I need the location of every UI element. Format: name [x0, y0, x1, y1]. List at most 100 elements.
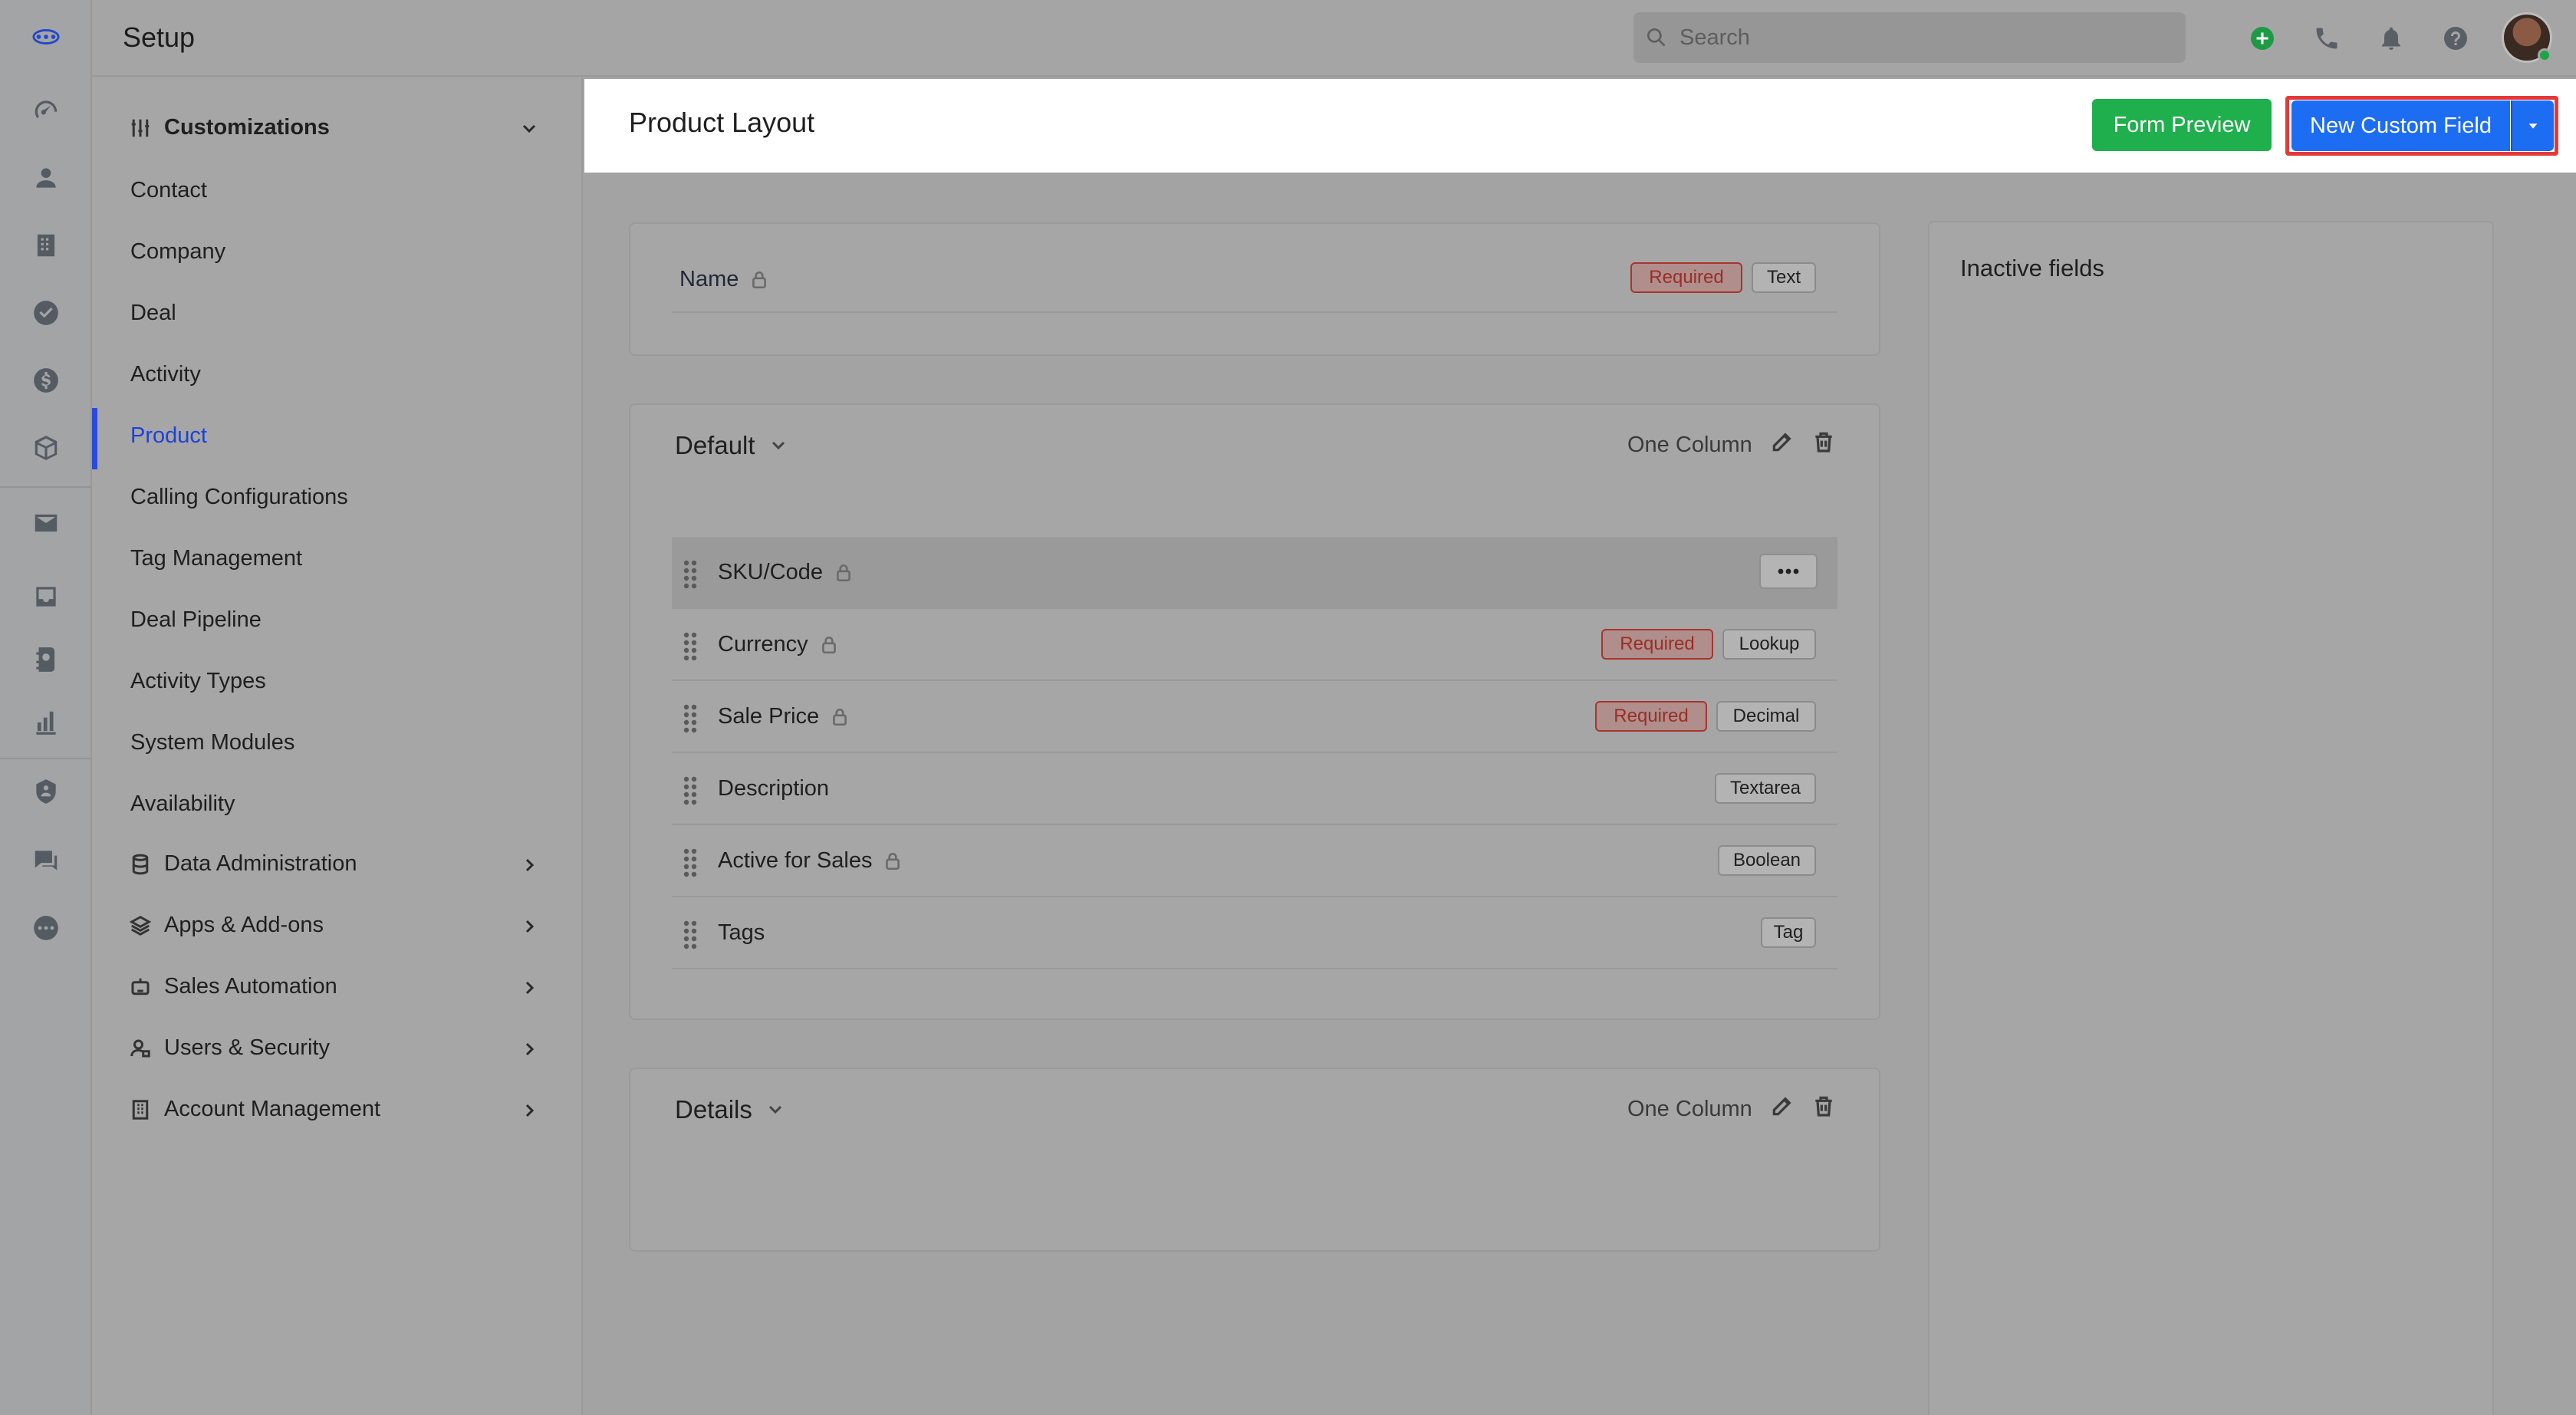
sidebar-group-label: Data Administration [164, 851, 357, 876]
lock-icon [833, 708, 847, 726]
name-field-row[interactable]: Name [679, 267, 769, 292]
company-icon[interactable] [28, 227, 64, 264]
sidebar-item-calling-configurations[interactable]: Calling Configurations [130, 485, 348, 510]
layout-label: One Column [1627, 1097, 1752, 1121]
sidebar-item-company[interactable]: Company [130, 239, 225, 265]
building-icon [132, 1099, 149, 1120]
mail-icon[interactable] [28, 505, 64, 541]
chevron-right-icon[interactable] [520, 1101, 538, 1120]
sidebar-group-label: Sales Automation [164, 974, 337, 999]
layout-label: One Column [1627, 433, 1752, 457]
search-input[interactable]: Search [1633, 12, 2186, 63]
chat-icon[interactable] [28, 842, 64, 879]
new-custom-field-dropdown[interactable] [2511, 100, 2554, 151]
field-row-tags[interactable]: Tags Tag [672, 897, 1837, 969]
sidebar-group-users-security[interactable]: Users & Security [129, 1035, 330, 1061]
sidebar-group-account-management[interactable]: Account Management [129, 1097, 380, 1122]
sidebar-item-product[interactable]: Product [130, 423, 207, 449]
drag-handle-icon[interactable] [683, 558, 698, 589]
sidebar-group-data-administration[interactable]: Data Administration [129, 851, 357, 877]
field-label-wrap: Description [718, 776, 829, 801]
form-preview-button[interactable]: Form Preview [2092, 99, 2272, 151]
section-header[interactable]: Details [675, 1095, 785, 1124]
section-title: Default [675, 431, 755, 459]
required-badge: Required [1601, 629, 1713, 660]
drag-handle-icon[interactable] [683, 775, 698, 805]
dashboard-icon[interactable] [28, 92, 64, 129]
pencil-icon[interactable] [1770, 429, 1795, 454]
new-custom-field-button[interactable]: New Custom Field [2291, 100, 2510, 151]
more-icon[interactable] [28, 910, 64, 946]
sidebar-item-deal[interactable]: Deal [130, 301, 176, 326]
field-label: Description [718, 776, 830, 801]
bell-icon[interactable] [2376, 23, 2407, 54]
sidebar-item-availability[interactable]: Availability [130, 791, 235, 817]
reports-icon[interactable] [28, 704, 64, 741]
products-box-icon[interactable] [28, 429, 64, 466]
phone-book-icon[interactable] [28, 641, 64, 678]
sidebar-item-contact[interactable]: Contact [130, 178, 207, 203]
inbox-icon[interactable] [28, 578, 64, 615]
sidebar-group-label: Apps & Add-ons [164, 913, 324, 937]
brand-logo-icon[interactable] [28, 18, 64, 55]
drag-handle-icon[interactable] [683, 919, 698, 949]
type-badge: Textarea [1715, 773, 1816, 804]
field-row-sku-code[interactable]: SKU/Code [672, 537, 1837, 609]
lock-icon [886, 852, 900, 870]
automation-icon[interactable] [28, 773, 64, 810]
caret-down-icon [2528, 123, 2538, 129]
sidebar-item-activity[interactable]: Activity [130, 362, 201, 387]
required-badge: Required [1630, 262, 1742, 293]
field-row-active-for-sales[interactable]: Active for Sales Boolean [672, 825, 1837, 897]
user-avatar[interactable] [2502, 12, 2552, 63]
sidebar-group-customizations[interactable]: Customizations [129, 115, 330, 140]
icon-rail [0, 0, 92, 1415]
trash-icon[interactable] [1811, 429, 1836, 454]
chevron-right-icon[interactable] [520, 856, 538, 874]
field-row-sale-price[interactable]: Sale Price Required Decimal [672, 681, 1837, 753]
deals-icon[interactable] [28, 362, 64, 399]
sidebar-group-label: Users & Security [164, 1035, 330, 1060]
robot-icon [131, 978, 150, 995]
sidebar-group-label: Customizations [164, 115, 330, 140]
sidebar-item-tag-management[interactable]: Tag Management [130, 546, 302, 571]
chevron-right-icon[interactable] [520, 1040, 538, 1058]
drag-handle-icon[interactable] [683, 630, 698, 661]
chevron-right-icon[interactable] [520, 917, 538, 936]
sidebar-group-apps-addons[interactable]: Apps & Add-ons [129, 913, 324, 938]
layers-icon [129, 915, 152, 936]
drag-handle-icon[interactable] [683, 847, 698, 877]
section-header[interactable]: Default [675, 431, 788, 460]
field-label-wrap: Active for Sales [718, 848, 903, 874]
field-row-currency[interactable]: Currency Required Lookup [672, 609, 1837, 681]
inactive-fields-title: Inactive fields [1960, 255, 2104, 281]
sidebar-group-sales-automation[interactable]: Sales Automation [129, 974, 337, 999]
app-title: Setup [123, 21, 196, 53]
field-row-description[interactable]: Description Textarea [672, 753, 1837, 825]
add-circle-icon[interactable] [2247, 23, 2278, 54]
sidebar-item-system-modules[interactable]: System Modules [130, 730, 294, 755]
phone-icon[interactable] [2311, 23, 2342, 54]
sidebar-item-activity-types[interactable]: Activity Types [130, 669, 266, 694]
lock-icon [752, 271, 767, 288]
chevron-right-icon[interactable] [520, 979, 538, 997]
tasks-icon[interactable] [28, 295, 64, 331]
sliders-icon [131, 119, 150, 137]
sidebar-item-deal-pipeline[interactable]: Deal Pipeline [130, 607, 262, 633]
field-label: SKU/Code [718, 560, 824, 584]
lock-icon [821, 636, 836, 653]
field-label-wrap: Tags [718, 920, 765, 946]
drag-handle-icon[interactable] [683, 703, 698, 733]
trash-icon[interactable] [1811, 1094, 1836, 1118]
contacts-icon[interactable] [28, 160, 64, 196]
ellipsis-icon [1778, 568, 1799, 574]
chevron-down-icon[interactable] [520, 120, 538, 138]
inactive-fields-panel: Inactive fields [1928, 221, 2494, 1415]
more-options-button[interactable] [1759, 554, 1818, 589]
field-label-wrap: SKU/Code [718, 560, 854, 585]
help-icon[interactable] [2440, 23, 2471, 54]
field-label-wrap: Currency [718, 632, 839, 657]
active-indicator [92, 408, 97, 469]
default-section: Default One Column SKU/Code Currency Req… [629, 403, 1880, 1020]
pencil-icon[interactable] [1770, 1094, 1795, 1118]
